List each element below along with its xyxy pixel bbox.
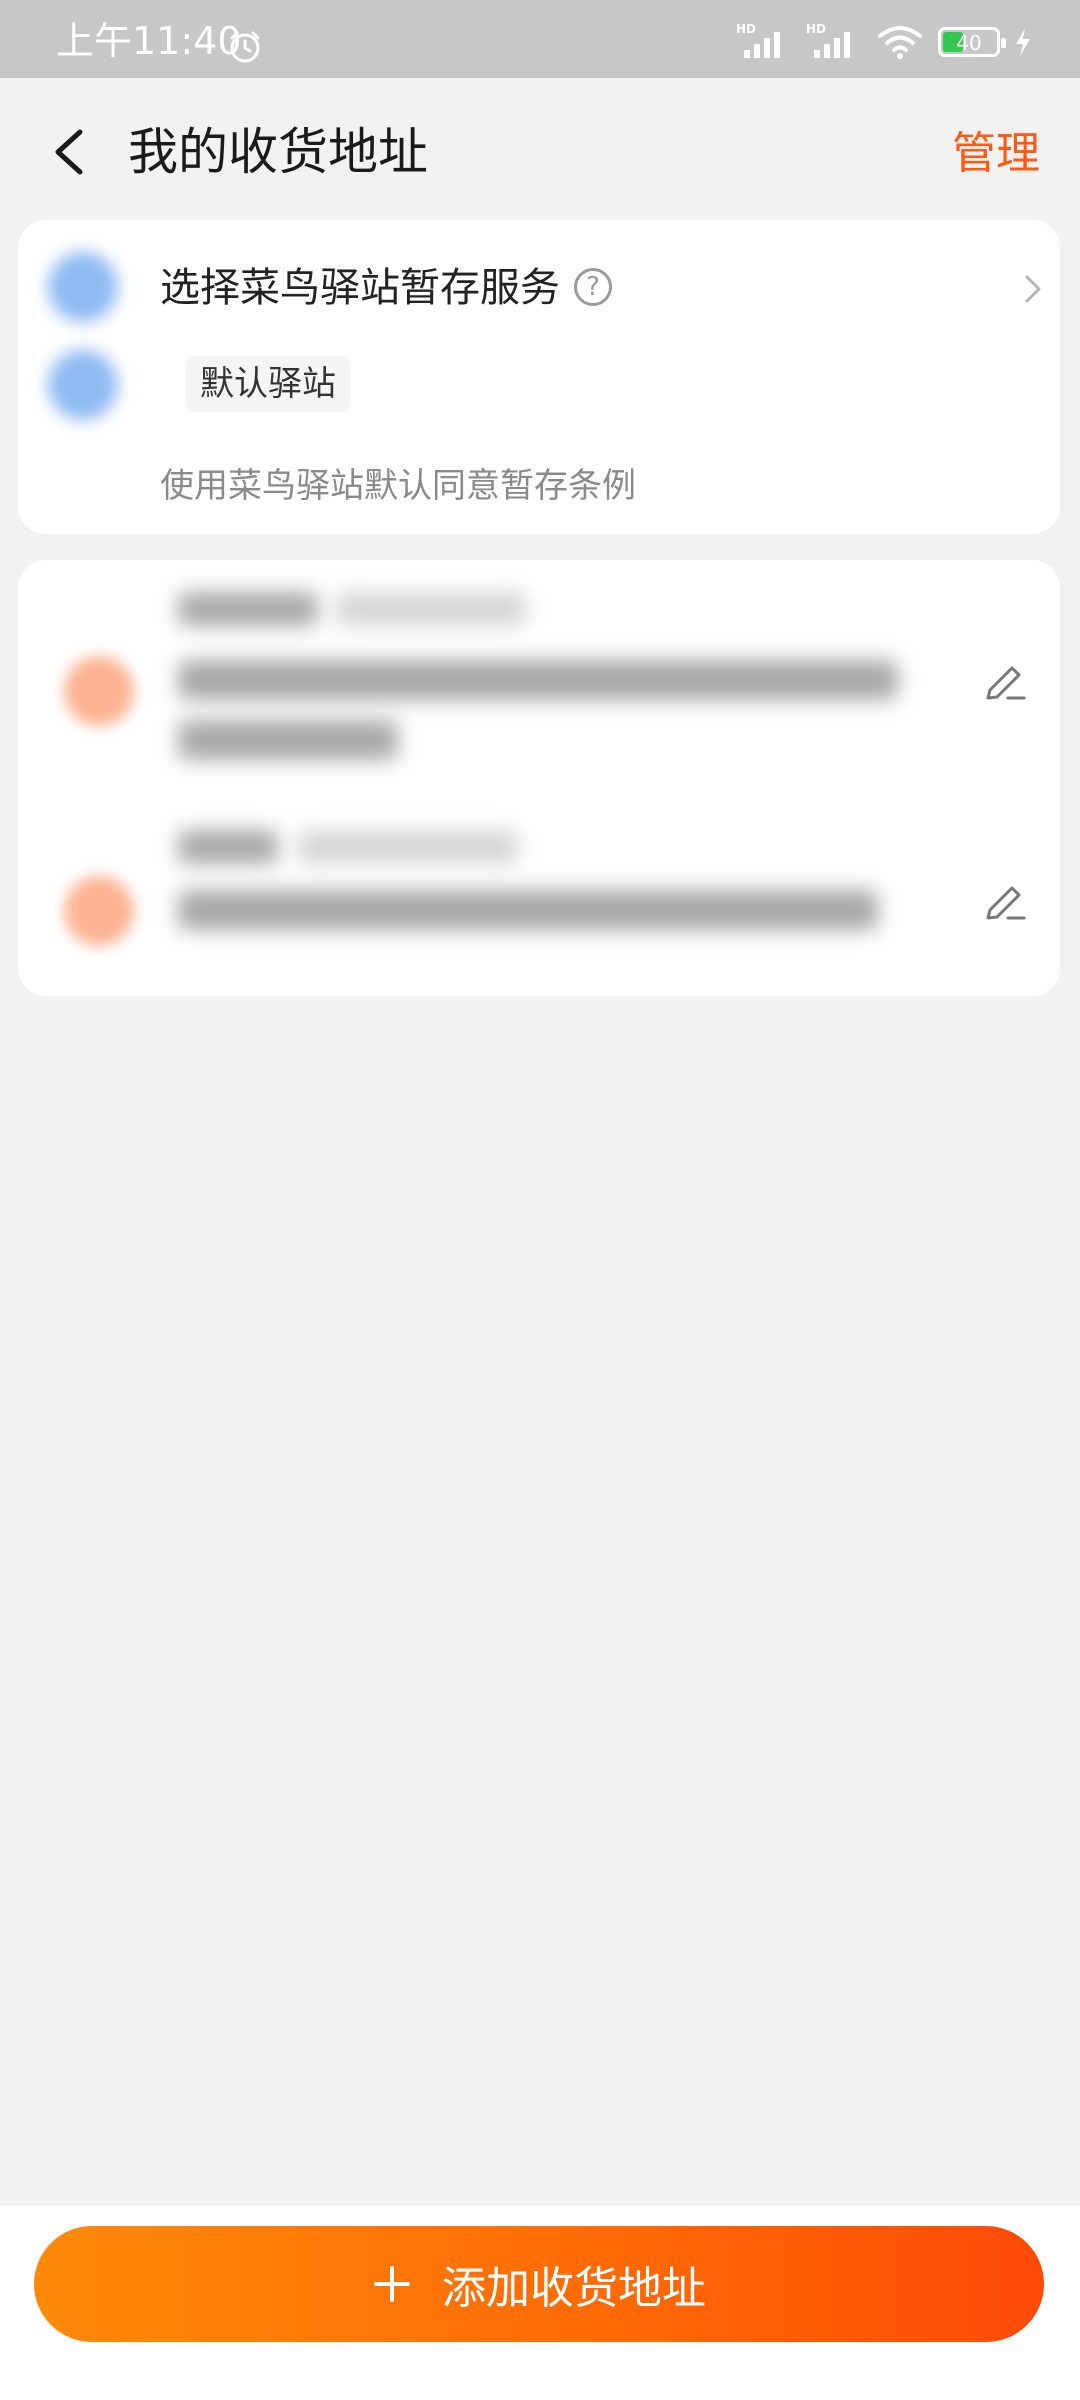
station-service-title: 选择菜鸟驿站暂存服务 — [160, 265, 560, 311]
alarm-clock-icon — [230, 31, 260, 63]
wifi-icon — [878, 26, 922, 59]
page-title: 我的收货地址 — [128, 123, 428, 181]
cellular-signal-icon: HD — [806, 22, 862, 62]
address-avatar — [64, 656, 134, 726]
cellular-signal-icon: HD — [736, 22, 792, 62]
bottom-bar: 添加收货地址 — [0, 2206, 1080, 2400]
default-station-tag: 默认驿站 — [186, 356, 350, 412]
station-icon — [48, 252, 118, 322]
manage-button[interactable]: 管理 — [952, 122, 1040, 186]
help-icon[interactable]: ? — [574, 268, 612, 306]
edit-icon[interactable] — [982, 880, 1028, 926]
address-phone-blurred — [336, 592, 526, 626]
address-line-blurred — [178, 720, 398, 760]
address-line-blurred — [178, 660, 898, 700]
address-avatar — [64, 876, 134, 946]
status-bar: 上午11:40 HD HD 40 — [0, 0, 1080, 78]
default-station-radio[interactable] — [48, 350, 118, 420]
status-icons: HD HD 40 — [736, 22, 1032, 62]
back-arrow-icon[interactable] — [40, 120, 100, 184]
address-phone-blurred — [298, 830, 518, 864]
add-address-label: 添加收货地址 — [442, 2263, 706, 2314]
header: 我的收货地址 管理 — [0, 78, 1080, 226]
battery-icon: 40 — [938, 27, 1006, 57]
chevron-right-icon[interactable] — [1020, 272, 1046, 306]
charging-icon — [1016, 28, 1030, 56]
station-terms-note: 使用菜鸟驿站默认同意暂存条例 — [160, 466, 636, 506]
address-name-blurred — [178, 592, 318, 626]
battery-level: 40 — [956, 31, 982, 55]
add-address-button[interactable]: 添加收货地址 — [34, 2226, 1044, 2342]
edit-icon[interactable] — [982, 660, 1028, 706]
address-line-blurred — [178, 890, 878, 930]
address-name-blurred — [178, 830, 278, 864]
address-list-card — [18, 560, 1060, 996]
station-service-card[interactable]: 选择菜鸟驿站暂存服务 ? 默认驿站 使用菜鸟驿站默认同意暂存条例 — [18, 220, 1060, 534]
status-time: 上午11:40 — [56, 19, 242, 63]
plus-icon — [374, 2266, 410, 2302]
